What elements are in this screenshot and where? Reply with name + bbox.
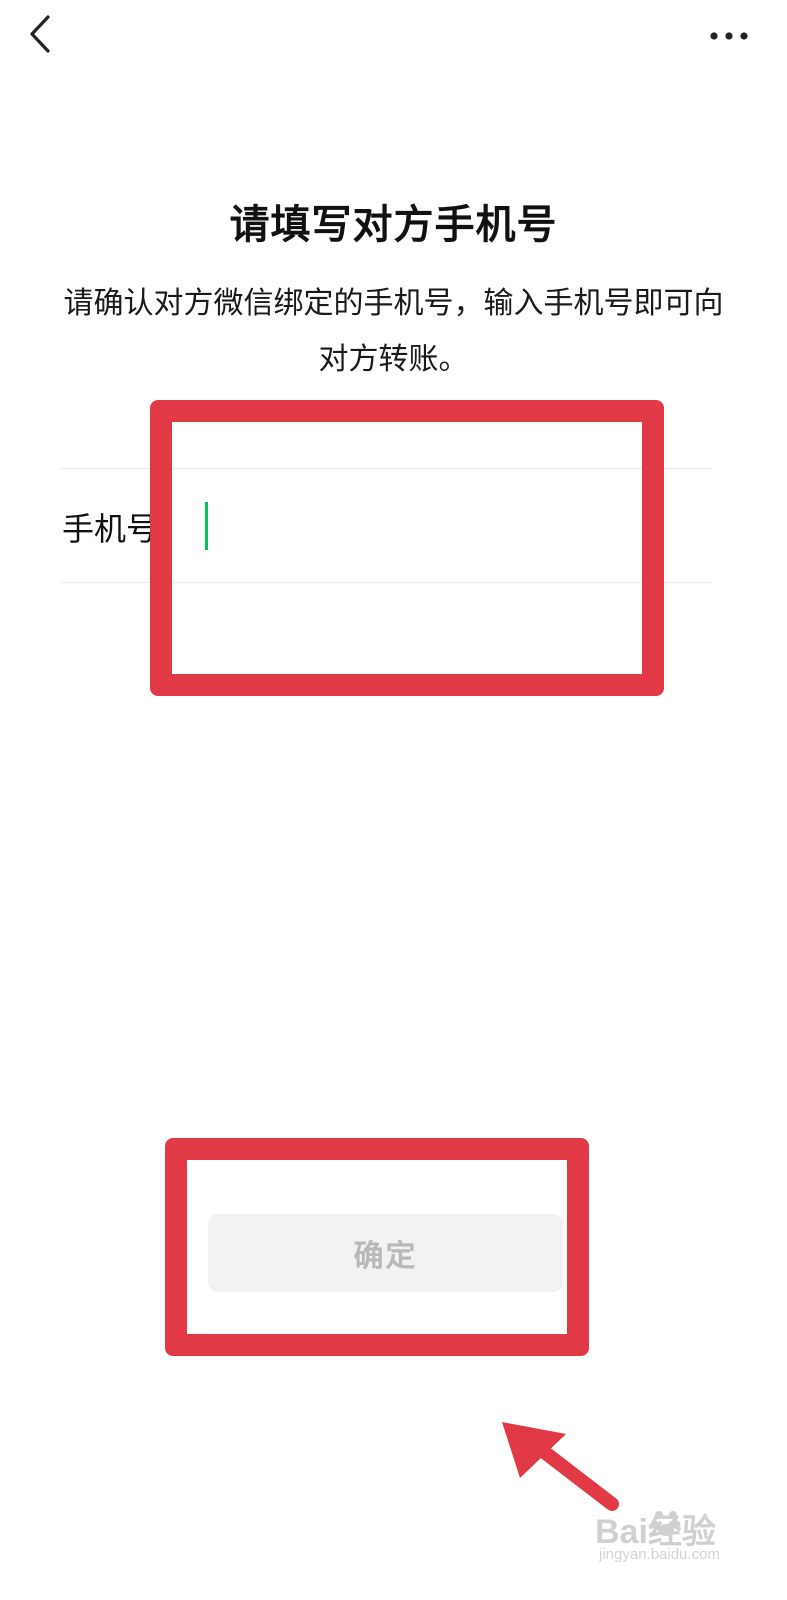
page-subtitle: 请确认对方微信绑定的手机号，输入手机号即可向对方转账。 — [63, 286, 724, 377]
confirm-button[interactable]: 确定 — [208, 1214, 563, 1292]
page-title: 请填写对方手机号 — [229, 202, 558, 248]
phone-label: 手机号 — [62, 510, 159, 548]
divider-bottom — [60, 582, 712, 583]
text-caret — [205, 502, 208, 550]
chevron-left-icon — [30, 15, 50, 53]
back-button[interactable] — [18, 12, 62, 56]
more-options-button[interactable] — [701, 16, 757, 56]
more-horizontal-icon — [710, 32, 748, 40]
baidu-watermark: Bai经验 jingyan.baidu.com — [595, 1504, 765, 1574]
watermark-url: jingyan.baidu.com — [599, 1546, 720, 1563]
phone-input[interactable] — [196, 492, 706, 556]
divider-top — [60, 468, 712, 469]
